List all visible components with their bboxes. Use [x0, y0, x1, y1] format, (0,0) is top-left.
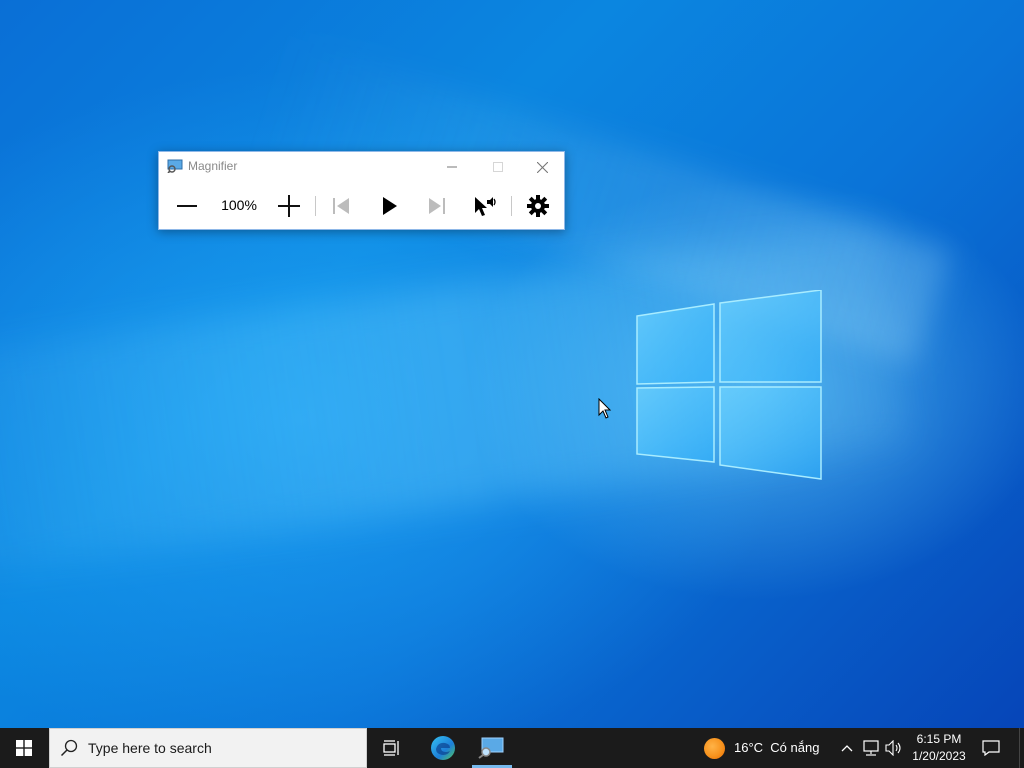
close-button[interactable] — [519, 152, 565, 182]
clock-time: 6:15 PM — [916, 732, 962, 746]
taskbar-magnifier-button[interactable] — [470, 728, 512, 768]
clock-date: 1/20/2023 — [912, 749, 966, 763]
play-button[interactable] — [375, 186, 405, 226]
weather-widget[interactable]: 16°C Có nắng — [734, 740, 819, 755]
next-button — [423, 186, 451, 226]
toolbar-divider — [511, 196, 512, 216]
desktop-background — [0, 0, 1024, 728]
zoom-in-button[interactable] — [273, 186, 305, 226]
show-hidden-icons-button[interactable] — [837, 738, 857, 758]
maximize-icon — [493, 162, 503, 172]
close-icon — [536, 161, 548, 173]
toolbar-divider — [315, 196, 316, 216]
magnifier-app-icon — [478, 737, 504, 759]
minimize-icon — [447, 166, 457, 168]
title-bar[interactable]: Magnifier — [159, 152, 564, 182]
notification-icon — [982, 740, 1000, 756]
previous-button — [327, 186, 355, 226]
search-input[interactable]: Type here to search — [49, 728, 367, 768]
task-view-button[interactable] — [370, 728, 414, 768]
show-desktop-button[interactable] — [1019, 728, 1024, 768]
start-button[interactable] — [0, 728, 48, 768]
minimize-button[interactable] — [429, 152, 475, 182]
volume-icon — [885, 740, 901, 756]
search-icon — [60, 739, 78, 757]
read-from-here-button[interactable] — [469, 186, 501, 226]
window-title: Magnifier — [188, 159, 238, 173]
plus-icon — [278, 195, 300, 217]
weather-temperature: 16°C — [734, 740, 764, 755]
play-icon — [383, 197, 397, 215]
windows-start-icon — [16, 740, 32, 756]
magnifier-toolbar: 100% — [159, 186, 564, 226]
task-view-icon — [383, 740, 399, 756]
taskbar-edge-button[interactable] — [420, 728, 466, 768]
minus-icon — [177, 205, 197, 207]
pointer-speaker-icon — [475, 197, 496, 216]
magnifier-window[interactable]: Magnifier 100% — [158, 151, 565, 230]
windows-logo-wallpaper — [636, 290, 822, 480]
taskbar-clock[interactable]: 6:15 PM 1/20/2023 — [904, 731, 974, 765]
zoom-level: 100% — [221, 197, 257, 213]
weather-condition: Có nắng — [770, 740, 820, 755]
zoom-out-button[interactable] — [171, 186, 203, 226]
search-placeholder: Type here to search — [88, 740, 212, 756]
mouse-pointer-icon — [598, 398, 612, 419]
sun-icon[interactable] — [704, 738, 725, 759]
edge-browser-icon — [431, 736, 455, 760]
volume-button[interactable] — [884, 738, 904, 758]
network-icon — [863, 740, 879, 756]
skip-back-icon — [333, 198, 349, 214]
action-center-button[interactable] — [980, 737, 1002, 759]
maximize-button — [475, 152, 521, 182]
gear-icon — [527, 195, 549, 217]
skip-forward-icon — [429, 198, 445, 214]
network-button[interactable] — [861, 738, 881, 758]
settings-button[interactable] — [523, 186, 553, 226]
magnifier-app-icon — [167, 159, 183, 173]
chevron-up-icon — [841, 745, 853, 752]
